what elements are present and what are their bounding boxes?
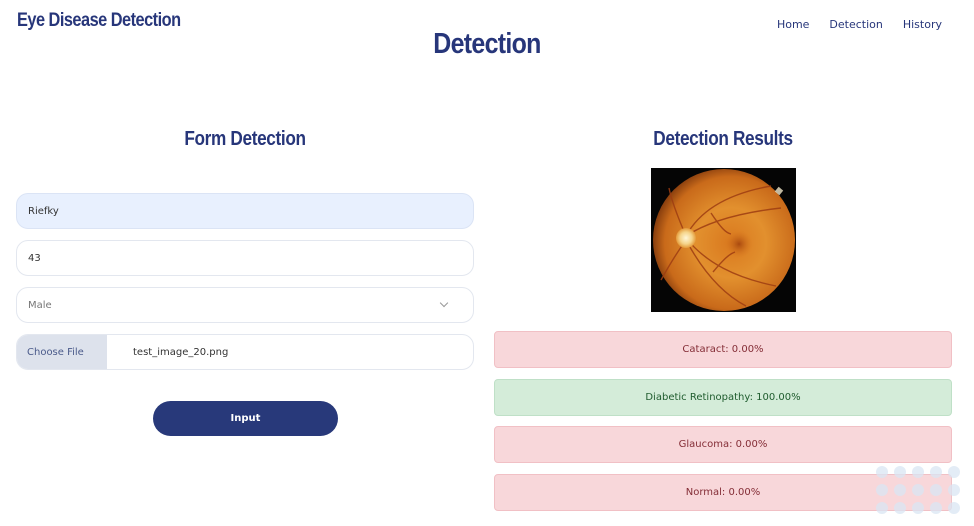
nav-history[interactable]: History bbox=[903, 18, 942, 31]
macula bbox=[725, 230, 753, 258]
file-name: test_image_20.png bbox=[133, 346, 229, 358]
gender-value: Male bbox=[28, 299, 52, 311]
choose-file-button[interactable]: Choose File bbox=[17, 335, 107, 369]
age-input[interactable]: 43 bbox=[16, 240, 474, 276]
chevron-down-icon bbox=[439, 298, 449, 308]
name-input[interactable]: Riefky bbox=[16, 193, 474, 229]
optic-disc bbox=[676, 228, 696, 248]
form-title: Form Detection bbox=[184, 128, 306, 150]
page: Eye Disease Detection Home Detection His… bbox=[0, 0, 974, 526]
result-diabetic-retinopathy: Diabetic Retinopathy: 100.00% bbox=[494, 379, 952, 416]
result-normal: Normal: 0.00% bbox=[494, 474, 952, 511]
result-cataract: Cataract: 0.00% bbox=[494, 331, 952, 368]
result-glaucoma: Glaucoma: 0.00% bbox=[494, 426, 952, 463]
name-value: Riefky bbox=[28, 205, 59, 217]
input-button[interactable]: Input bbox=[153, 401, 338, 436]
age-value: 43 bbox=[28, 252, 41, 264]
results-title: Detection Results bbox=[653, 128, 793, 150]
fundus-image bbox=[651, 168, 796, 312]
gender-select[interactable]: Male bbox=[16, 287, 474, 323]
file-input[interactable]: Choose File test_image_20.png bbox=[16, 334, 474, 370]
page-title: Detection bbox=[433, 28, 541, 60]
